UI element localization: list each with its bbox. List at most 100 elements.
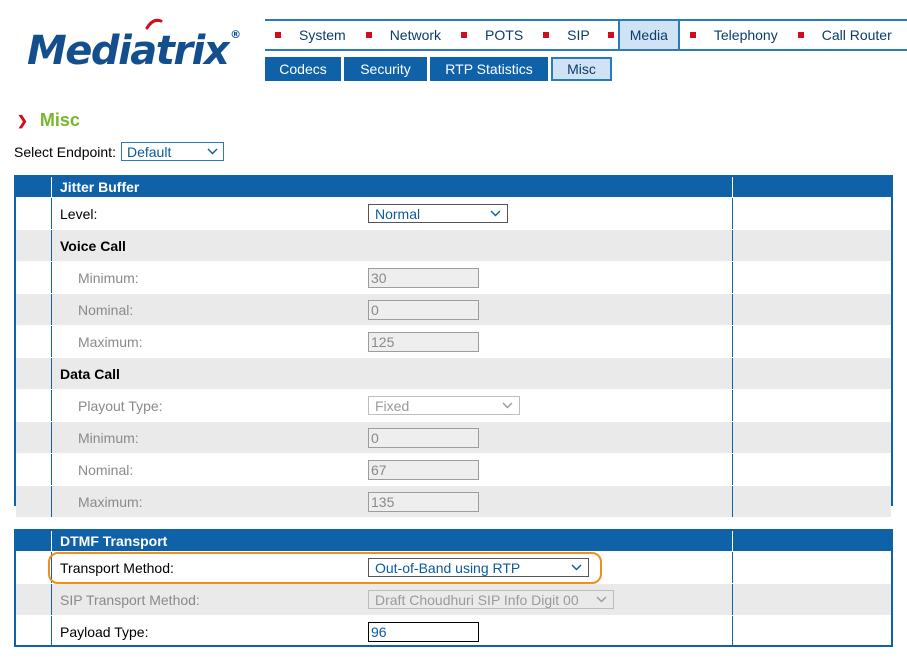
- endpoint-select[interactable]: Default: [120, 142, 224, 161]
- row-spacer: [16, 198, 52, 229]
- data-minimum-label: Minimum:: [78, 429, 139, 446]
- chevron-right-icon: ❯: [17, 112, 28, 128]
- data-call-row: Data Call: [16, 357, 891, 389]
- row-control: Out-of-Band using RTP: [368, 552, 732, 583]
- row-spacer: [732, 454, 891, 485]
- header-spacer: [732, 531, 891, 551]
- level-value: Normal: [375, 205, 421, 222]
- tab-misc[interactable]: Misc: [551, 57, 612, 81]
- row-spacer: [732, 262, 891, 293]
- row-control: 0: [368, 294, 732, 325]
- row-spacer: [16, 390, 52, 421]
- mediatrix-logo: Mediatrix ®: [27, 18, 241, 74]
- row-control: 67: [368, 454, 732, 485]
- page-title-text: Misc: [39, 110, 80, 130]
- row-spacer: [16, 326, 52, 357]
- row-control: 30: [368, 262, 732, 293]
- logo-swoosh-icon: [145, 18, 163, 30]
- chevron-down-icon: [502, 402, 513, 409]
- sip-transport-method-select: Draft Choudhuri SIP Info Digit 00: [368, 590, 614, 609]
- row-control: 96: [368, 616, 732, 647]
- endpoint-value: Default: [126, 143, 172, 160]
- voice-maximum-row: Maximum: 125: [16, 325, 891, 357]
- payload-type-row: Payload Type: 96: [16, 615, 891, 647]
- panel-header: Jitter Buffer: [16, 177, 891, 197]
- bullet-icon: [607, 32, 614, 38]
- sub-navigation: Codecs Security RTP Statistics Misc: [265, 57, 612, 81]
- nav-item-pots[interactable]: POTS: [451, 21, 533, 49]
- row-control: 125: [368, 326, 732, 357]
- chevron-down-icon: [207, 148, 218, 155]
- row-spacer: [16, 486, 52, 517]
- row-spacer: [16, 294, 52, 325]
- voice-nominal-row: Nominal: 0: [16, 293, 891, 325]
- data-call-heading: Data Call: [60, 365, 120, 382]
- panel-title: DTMF Transport: [60, 533, 168, 549]
- nav-label: Telephony: [713, 27, 778, 43]
- top-navigation: System Network POTS SIP Media Telephony …: [265, 19, 907, 51]
- row-spacer: [732, 230, 891, 261]
- playout-type-value: Fixed: [375, 397, 410, 414]
- playout-type-label: Playout Type:: [78, 397, 163, 414]
- nav-label: System: [299, 27, 346, 43]
- row-spacer: [16, 422, 52, 453]
- header-spacer: [732, 177, 891, 197]
- header-spacer: [368, 177, 732, 197]
- tab-rtp-statistics[interactable]: RTP Statistics: [430, 57, 548, 81]
- nav-label: Media: [629, 27, 668, 43]
- row-control: 135: [368, 486, 732, 517]
- nav-item-sip[interactable]: SIP: [533, 21, 618, 49]
- nav-item-network[interactable]: Network: [356, 21, 451, 49]
- row-spacer: [16, 552, 52, 583]
- header-spacer: [16, 531, 52, 551]
- nav-item-media[interactable]: Media: [617, 21, 680, 49]
- panel-header: DTMF Transport: [16, 531, 891, 551]
- data-minimum-input: 0: [368, 427, 479, 448]
- transport-method-select[interactable]: Out-of-Band using RTP: [368, 558, 589, 577]
- bullet-icon: [365, 32, 372, 38]
- endpoint-selector: Select Endpoint: Default: [14, 142, 224, 161]
- logo-text: Mediatrix: [27, 28, 230, 74]
- nav-item-telephony[interactable]: Telephony: [680, 21, 788, 49]
- sip-transport-method-row: SIP Transport Method: Draft Choudhuri SI…: [16, 583, 891, 615]
- sip-transport-method-value: Draft Choudhuri SIP Info Digit 00: [375, 591, 579, 608]
- bullet-icon: [543, 32, 550, 38]
- voice-nominal-input: 0: [368, 299, 479, 320]
- payload-type-label: Payload Type:: [60, 623, 149, 640]
- row-spacer: [732, 390, 891, 421]
- nav-item-call-router[interactable]: Call Router: [788, 21, 902, 49]
- tab-codecs[interactable]: Codecs: [265, 57, 341, 81]
- voice-nominal-label: Nominal:: [78, 301, 134, 318]
- chevron-down-icon: [490, 210, 501, 217]
- transport-method-label: Transport Method:: [60, 559, 174, 576]
- row-spacer: [16, 230, 52, 261]
- bullet-icon: [689, 32, 696, 38]
- row-control: Draft Choudhuri SIP Info Digit 00: [368, 584, 732, 615]
- voice-call-heading: Voice Call: [60, 237, 126, 254]
- level-select[interactable]: Normal: [368, 204, 508, 223]
- row-spacer: [368, 358, 732, 389]
- playout-type-select: Fixed: [368, 396, 520, 415]
- row-spacer: [16, 616, 52, 647]
- voice-maximum-label: Maximum:: [78, 333, 143, 350]
- row-spacer: [732, 358, 891, 389]
- endpoint-label: Select Endpoint:: [14, 143, 116, 160]
- tab-security[interactable]: Security: [344, 57, 427, 81]
- nav-item-system[interactable]: System: [265, 21, 356, 49]
- row-spacer: [16, 262, 52, 293]
- sip-transport-method-label: SIP Transport Method:: [60, 591, 200, 608]
- row-spacer: [732, 198, 891, 229]
- bullet-icon: [797, 32, 804, 38]
- row-spacer: [732, 326, 891, 357]
- row-spacer: [732, 552, 891, 583]
- voice-maximum-input: 125: [368, 331, 479, 352]
- bullet-icon: [461, 32, 468, 38]
- row-control: Fixed: [368, 390, 732, 421]
- playout-type-row: Playout Type: Fixed: [16, 389, 891, 421]
- payload-type-input[interactable]: 96: [368, 621, 479, 642]
- voice-call-row: Voice Call: [16, 229, 891, 261]
- row-spacer: [732, 616, 891, 647]
- dtmf-transport-panel: DTMF Transport Transport Method: Out-of-…: [14, 529, 893, 647]
- row-control: 0: [368, 422, 732, 453]
- bullet-icon: [275, 32, 281, 38]
